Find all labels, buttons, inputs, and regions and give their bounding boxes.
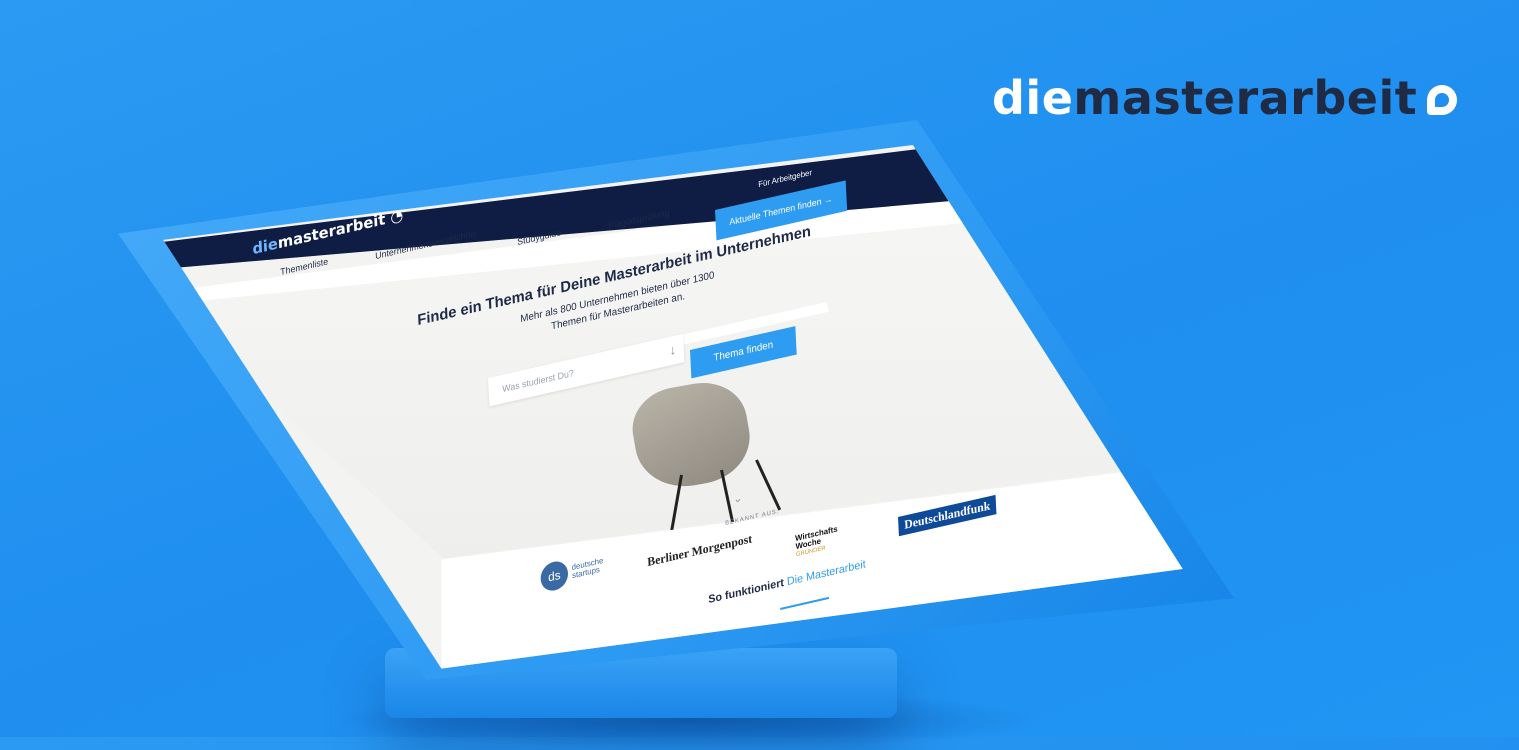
- brand-logo: die masterarbeit: [992, 68, 1458, 128]
- brand-logo-die: die: [992, 71, 1074, 125]
- arrow-down-icon[interactable]: ↓: [669, 342, 676, 359]
- brand-logo-masterarbeit: masterarbeit: [1073, 71, 1418, 125]
- scroll-down-icon[interactable]: ⌄: [733, 491, 743, 506]
- brand-ring-icon: [1427, 85, 1458, 115]
